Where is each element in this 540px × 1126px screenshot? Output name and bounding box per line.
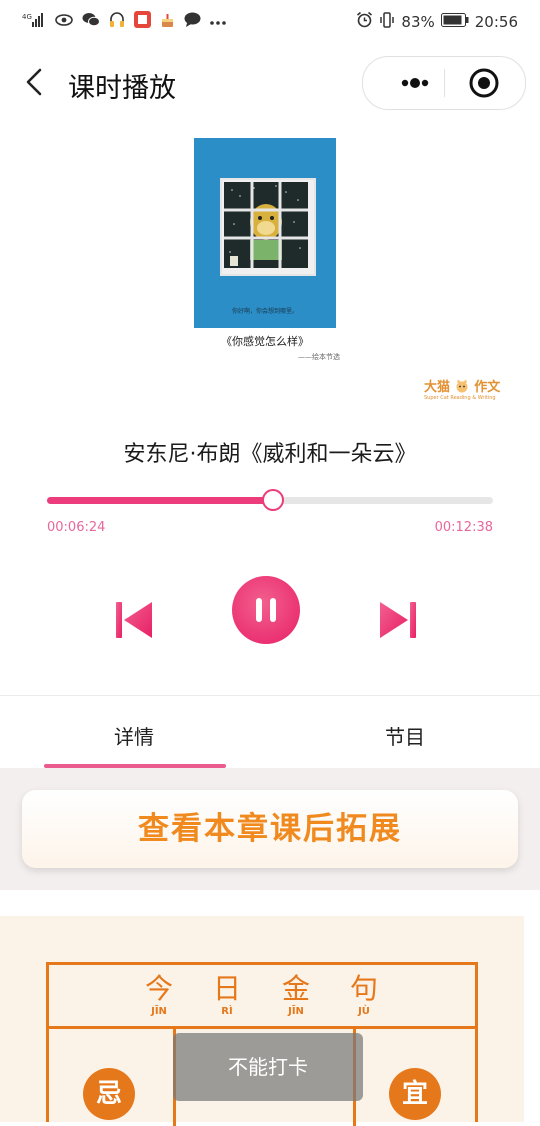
next-track-button[interactable] xyxy=(378,601,418,639)
night-window xyxy=(224,182,308,268)
clock: 20:56 xyxy=(474,12,518,31)
more-menu-button[interactable] xyxy=(387,72,443,94)
logo-main-text: 大猫 xyxy=(424,380,451,395)
book-title: 《你感觉怎么样》 xyxy=(221,335,309,348)
total-time: 00:12:38 xyxy=(434,520,493,535)
header-pinyin: JĪN xyxy=(151,1006,167,1017)
grid-line xyxy=(49,1026,475,1029)
cover-caption: 你好啊，你会想到哪里。 xyxy=(231,308,298,315)
header-char-text: 金 xyxy=(281,972,310,1005)
close-mini-program-button[interactable] xyxy=(468,67,500,99)
view-extension-label: 查看本章课后拓展 xyxy=(138,811,402,847)
battery-icon xyxy=(440,12,469,31)
mini-program-capsule xyxy=(362,56,526,110)
skip-previous-icon xyxy=(116,602,152,638)
page-title: 课时播放 xyxy=(68,73,176,104)
eye-icon xyxy=(55,13,73,31)
status-right: 83% 20:56 xyxy=(356,11,518,32)
back-button[interactable] xyxy=(18,62,58,102)
progress-fill xyxy=(47,497,273,504)
logo-suffix-text: 作文 xyxy=(474,380,501,395)
close-target-icon xyxy=(469,68,499,98)
logo-tagline: Super Cat Reading & Writing xyxy=(424,395,496,401)
more-icon xyxy=(210,14,226,30)
tab-programs[interactable]: 节目 xyxy=(385,721,425,750)
header-pinyin: JĪN xyxy=(288,1006,304,1017)
skip-next-icon xyxy=(380,602,416,638)
header-pinyin: JÙ xyxy=(358,1006,370,1017)
header-pinyin: RÌ xyxy=(221,1006,233,1017)
cake-icon xyxy=(160,11,175,32)
previous-track-button[interactable] xyxy=(114,601,154,639)
view-extension-button[interactable]: 查看本章课后拓展 xyxy=(22,790,518,868)
track-title: 安东尼·布朗《威利和一朵云》 xyxy=(123,442,417,467)
header-char: 日 RÌ xyxy=(197,972,257,1017)
pause-button[interactable] xyxy=(232,576,300,644)
header-char-text: 今 xyxy=(144,972,173,1005)
alarm-icon xyxy=(356,11,373,32)
signal-icon: 4G xyxy=(22,12,46,32)
wechat-icon xyxy=(82,12,100,31)
chevron-left-icon xyxy=(26,68,42,96)
section-divider xyxy=(0,695,540,696)
pause-icon-bar xyxy=(270,598,276,622)
status-left: 4G xyxy=(22,11,226,32)
brand-logo: 大猫 作文 Super Cat Reading & Writing xyxy=(424,376,500,401)
cat-logo-icon xyxy=(456,379,468,393)
battery-percent: 83% xyxy=(401,12,435,31)
chat-icon xyxy=(184,12,201,31)
header-char: 今 JĪN xyxy=(129,972,189,1017)
status-bar: 4G 83% 20:56 xyxy=(0,0,540,42)
book-cover-illustration: 你好啊，你会想到哪里。 xyxy=(194,138,336,328)
header-char: 金 JĪN xyxy=(266,972,326,1017)
suitable-seal: 宜 xyxy=(389,1068,441,1120)
avoid-seal: 忌 xyxy=(83,1068,135,1120)
ting-app-icon xyxy=(134,11,151,32)
progress-handle[interactable] xyxy=(262,489,284,511)
header-char: 句 JÙ xyxy=(334,972,394,1017)
tab-details[interactable]: 详情 xyxy=(114,721,154,750)
header-char-text: 日 xyxy=(212,972,241,1005)
vibrate-icon xyxy=(379,11,395,32)
toast-message: 不能打卡 xyxy=(173,1033,363,1101)
headset-icon xyxy=(109,11,125,32)
more-dots-icon xyxy=(401,78,429,88)
pause-icon xyxy=(256,598,262,622)
elapsed-time: 00:06:24 xyxy=(47,520,106,535)
capsule-divider xyxy=(444,69,445,97)
book-subtitle: ——绘本节选 xyxy=(298,353,340,361)
svg-text:4G: 4G xyxy=(22,13,32,21)
header-char-text: 句 xyxy=(349,972,378,1005)
